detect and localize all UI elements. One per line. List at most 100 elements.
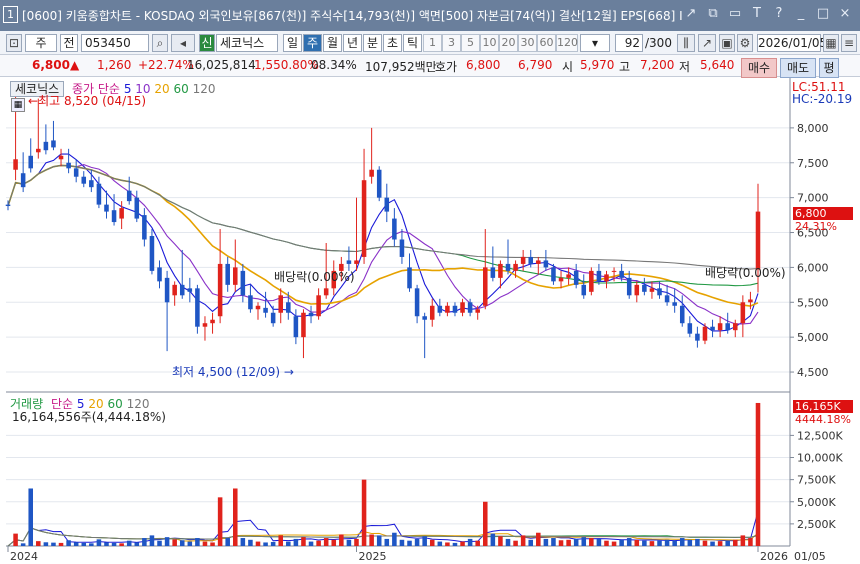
candle-body[interactable]: [51, 140, 56, 148]
candle-body[interactable]: [104, 204, 109, 212]
volume-bar[interactable]: [596, 538, 602, 546]
volume-bar[interactable]: [142, 538, 147, 546]
volume-bar[interactable]: [748, 538, 753, 546]
candle-body[interactable]: [589, 270, 594, 292]
volume-bar[interactable]: [308, 541, 314, 546]
search-icon[interactable]: ⌕: [152, 34, 168, 52]
volume-bar[interactable]: [73, 542, 79, 546]
candle-body[interactable]: [346, 260, 352, 264]
calendar-icon[interactable]: ▦: [823, 34, 839, 52]
period-week[interactable]: 주: [303, 34, 322, 52]
candle-body[interactable]: [286, 302, 291, 313]
volume-bar[interactable]: [240, 538, 246, 546]
candle-icon[interactable]: ⫼: [677, 34, 695, 52]
period-second[interactable]: 초: [383, 34, 402, 52]
volume-bar[interactable]: [483, 501, 488, 546]
candle-body[interactable]: [13, 159, 18, 170]
volume-bar[interactable]: [649, 541, 655, 546]
candle-body[interactable]: [664, 295, 670, 303]
candle-body[interactable]: [596, 270, 602, 282]
minute-step-30[interactable]: 30: [518, 34, 537, 52]
maximize-icon[interactable]: □: [816, 5, 830, 22]
candle-body[interactable]: [376, 169, 382, 198]
candle-body[interactable]: [626, 277, 632, 296]
draw-icon[interactable]: ↗: [698, 34, 716, 52]
candle-body[interactable]: [437, 305, 443, 313]
volume-bar[interactable]: [551, 538, 556, 546]
candle-body[interactable]: [308, 312, 314, 317]
volume-bar[interactable]: [331, 539, 337, 546]
volume-bar[interactable]: [293, 538, 299, 546]
volume-bar[interactable]: [460, 541, 465, 546]
volume-bar[interactable]: [642, 540, 647, 546]
candle-body[interactable]: [263, 307, 268, 313]
candle-body[interactable]: [695, 333, 700, 341]
candle-body[interactable]: [20, 173, 26, 188]
period-day[interactable]: 일: [283, 34, 302, 52]
volume-bar[interactable]: [399, 539, 405, 546]
candle-body[interactable]: [126, 190, 132, 202]
volume-bar[interactable]: [278, 535, 283, 546]
candle-body[interactable]: [392, 218, 397, 240]
volume-bar[interactable]: [733, 539, 738, 546]
volume-bar[interactable]: [96, 539, 102, 546]
volume-bar[interactable]: [210, 542, 215, 546]
volume-bar[interactable]: [187, 541, 193, 546]
volume-bar[interactable]: [429, 539, 435, 546]
period-year[interactable]: 년: [343, 34, 362, 52]
volume-bar[interactable]: [126, 540, 132, 546]
close-icon[interactable]: ×: [838, 5, 852, 22]
volume-bar[interactable]: [172, 539, 177, 546]
candle-body[interactable]: [611, 270, 617, 272]
candle-body[interactable]: [710, 326, 715, 331]
volume-bar[interactable]: [672, 540, 677, 546]
chart-menu-icon[interactable]: ⊡: [6, 34, 22, 52]
candle-body[interactable]: [293, 316, 299, 338]
candle-body[interactable]: [399, 239, 405, 257]
candle-body[interactable]: [73, 168, 79, 177]
page-counter-input[interactable]: 92: [615, 34, 643, 52]
volume-bar[interactable]: [392, 532, 397, 546]
candle-body[interactable]: [551, 267, 556, 282]
volume-bar[interactable]: [695, 538, 700, 546]
pin-icon[interactable]: T: [750, 5, 764, 22]
candle-body[interactable]: [407, 267, 412, 289]
volume-bar[interactable]: [566, 539, 571, 546]
volume-bar[interactable]: [157, 540, 162, 546]
candle-body[interactable]: [528, 256, 533, 264]
volume-bar[interactable]: [164, 537, 170, 546]
candle-body[interactable]: [58, 155, 64, 160]
volume-bar[interactable]: [361, 479, 367, 546]
volume-bar[interactable]: [20, 543, 26, 546]
volume-bar[interactable]: [384, 538, 390, 546]
candle-body[interactable]: [361, 180, 367, 257]
candle-body[interactable]: [445, 305, 450, 313]
volume-bar[interactable]: [445, 542, 450, 546]
stock-name-field[interactable]: 세코닉스: [216, 34, 278, 52]
volume-bar[interactable]: [679, 538, 685, 546]
candle-body[interactable]: [89, 180, 94, 188]
candle-body[interactable]: [255, 305, 261, 310]
candle-body[interactable]: [490, 267, 496, 278]
volume-bar[interactable]: [202, 541, 208, 546]
candle-body[interactable]: [369, 169, 374, 177]
volume-bar[interactable]: [66, 540, 71, 546]
candle-body[interactable]: [483, 267, 488, 306]
grid-icon[interactable]: ▦: [11, 98, 25, 112]
volume-bar[interactable]: [354, 538, 359, 546]
candle-body[interactable]: [452, 305, 458, 313]
chart-type-select[interactable]: 주: [25, 34, 57, 52]
candle-body[interactable]: [149, 236, 155, 271]
candle-body[interactable]: [748, 299, 753, 303]
candle-body[interactable]: [520, 256, 526, 264]
candle-body[interactable]: [717, 323, 723, 331]
volume-bar[interactable]: [225, 538, 230, 546]
candle-body[interactable]: [384, 197, 390, 212]
candle-body[interactable]: [270, 312, 276, 324]
buy-button[interactable]: 매수: [741, 58, 777, 78]
volume-bar[interactable]: [467, 538, 473, 546]
volume-bar[interactable]: [664, 539, 670, 546]
volume-bar[interactable]: [36, 541, 41, 546]
minute-step-3[interactable]: 3: [442, 34, 461, 52]
candle-body[interactable]: [634, 284, 640, 296]
